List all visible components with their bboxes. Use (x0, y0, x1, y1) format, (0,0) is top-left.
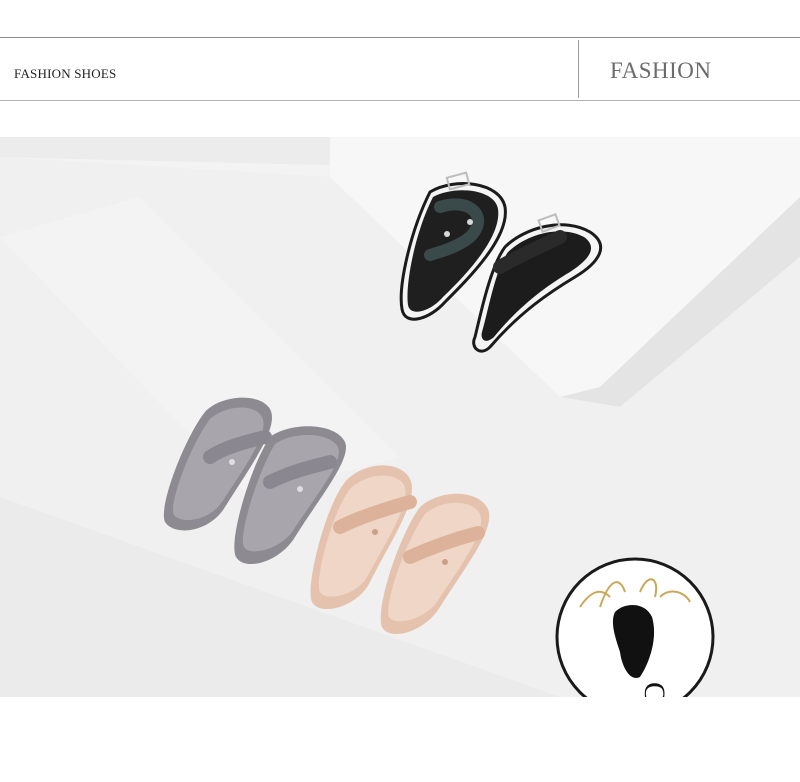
decor-plate: CE (555, 557, 715, 697)
plate-text: CE (638, 682, 671, 697)
brand-title: FASHION (610, 58, 712, 83)
header-top-rule (0, 37, 800, 38)
photo-illustration: CE (0, 137, 800, 697)
page-footer (0, 697, 800, 782)
header-bottom-rule (0, 100, 800, 101)
section-title: FASHION SHOES (14, 66, 117, 81)
product-photo: CE (0, 137, 800, 697)
header-divider (578, 40, 579, 98)
page-header: FASHION SHOES FASHION (0, 0, 800, 137)
